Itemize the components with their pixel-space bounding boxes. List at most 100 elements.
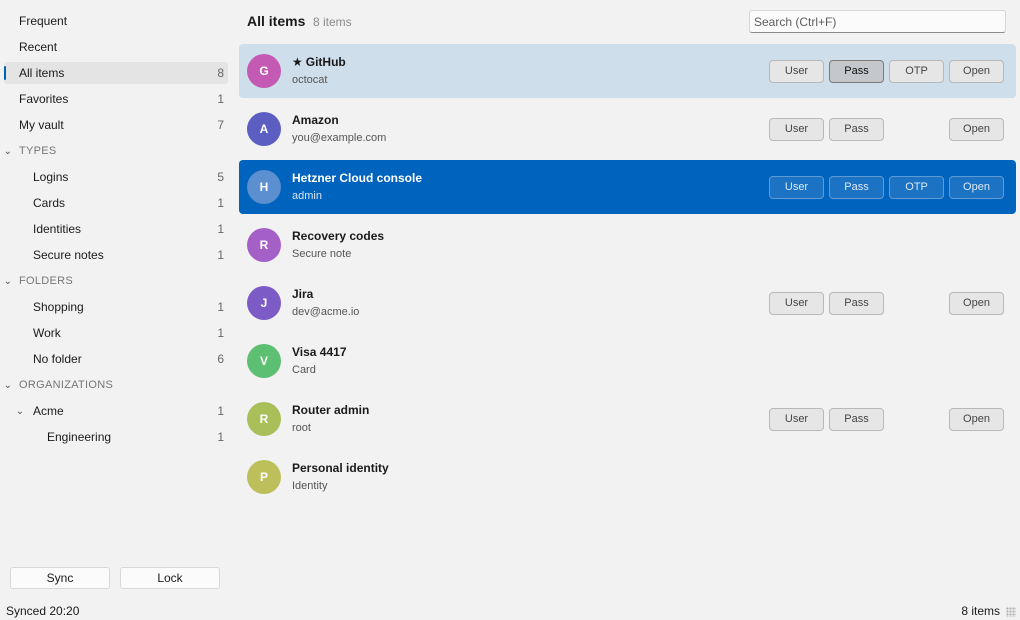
- nav-label: No folder: [33, 352, 82, 366]
- nav-label: Acme: [33, 404, 64, 418]
- item-name: Personal identity: [292, 461, 389, 475]
- nav-collection-engineering[interactable]: Engineering 1: [4, 426, 228, 448]
- nav-favorites[interactable]: Favorites 1: [4, 88, 228, 110]
- avatar: G: [247, 54, 281, 88]
- nav-count: 1: [217, 92, 224, 106]
- status-sync-time: Synced 20:20: [6, 604, 80, 618]
- copy-pass-button[interactable]: Pass: [829, 292, 884, 315]
- item-list-pane: All items 8 items G ★GitHub octocat User…: [232, 0, 1020, 598]
- chevron-down-icon: ⌄: [3, 379, 13, 391]
- item-name-text: GitHub: [305, 55, 346, 69]
- item-name: ★ GitHub: [292, 55, 346, 69]
- nav-count: 1: [217, 404, 224, 418]
- open-button[interactable]: Open: [949, 60, 1004, 83]
- nav-frequent[interactable]: Frequent: [4, 10, 228, 32]
- nav-recent[interactable]: Recent: [4, 36, 228, 58]
- copy-user-button[interactable]: User: [769, 60, 824, 83]
- item-subtitle: Identity: [292, 480, 328, 492]
- list-item[interactable]: P Personal identity Identity: [239, 450, 1016, 504]
- nav-logins[interactable]: Logins 5: [4, 166, 228, 188]
- nav-my-vault[interactable]: My vault 7: [4, 114, 228, 136]
- copy-pass-button[interactable]: Pass: [829, 408, 884, 431]
- item-count: 8 items: [313, 15, 352, 29]
- list-item[interactable]: R Recovery codes Secure note: [239, 218, 1016, 272]
- avatar: R: [247, 228, 281, 262]
- copy-pass-button[interactable]: Pass: [829, 176, 884, 199]
- section-folders[interactable]: ⌄ FOLDERS: [0, 270, 228, 292]
- avatar: R: [247, 402, 281, 436]
- section-header: FOLDERS: [19, 275, 74, 287]
- open-button[interactable]: Open: [949, 292, 1004, 315]
- item-subtitle: Card: [292, 364, 316, 376]
- nav-label: Secure notes: [33, 248, 104, 262]
- open-button[interactable]: Open: [949, 176, 1004, 199]
- avatar: P: [247, 460, 281, 494]
- chevron-down-icon: ⌄: [3, 145, 13, 157]
- item-name: Visa 4417: [292, 345, 347, 359]
- copy-otp-button[interactable]: OTP: [889, 60, 944, 83]
- avatar: A: [247, 112, 281, 146]
- nav-org-acme[interactable]: ⌄ Acme 1: [4, 400, 228, 422]
- avatar: V: [247, 344, 281, 378]
- nav-label: Work: [33, 326, 61, 340]
- open-button[interactable]: Open: [949, 118, 1004, 141]
- copy-user-button[interactable]: User: [769, 292, 824, 315]
- nav-label: Logins: [33, 170, 69, 184]
- resize-grip-icon[interactable]: [1006, 607, 1016, 617]
- nav-all-items[interactable]: All items 8: [4, 62, 228, 84]
- list-item[interactable]: V Visa 4417 Card: [239, 334, 1016, 388]
- lock-button[interactable]: Lock: [120, 567, 220, 589]
- copy-pass-button[interactable]: Pass: [829, 118, 884, 141]
- search-input[interactable]: [749, 10, 1006, 33]
- chevron-down-icon[interactable]: ⌄: [14, 406, 26, 417]
- section-header: TYPES: [19, 145, 57, 157]
- item-subtitle: Secure note: [292, 248, 352, 260]
- copy-user-button[interactable]: User: [769, 118, 824, 141]
- nav-folder-work[interactable]: Work 1: [4, 322, 228, 344]
- item-subtitle: dev@acme.io: [292, 306, 360, 318]
- list-item[interactable]: A Amazon you@example.com User Pass Open: [239, 102, 1016, 156]
- avatar: H: [247, 170, 281, 204]
- nav-count: 1: [217, 196, 224, 210]
- list-item[interactable]: R Router admin root User Pass Open: [239, 392, 1016, 446]
- nav-cards[interactable]: Cards 1: [4, 192, 228, 214]
- nav-label: Identities: [33, 222, 82, 236]
- nav-label: Favorites: [19, 92, 69, 106]
- list-item[interactable]: G ★ GitHub octocat User Pass OTP Open: [239, 44, 1016, 98]
- nav-folder-none[interactable]: No folder 6: [4, 348, 228, 370]
- avatar: J: [247, 286, 281, 320]
- item-name: Hetzner Cloud console: [292, 171, 423, 185]
- list-item[interactable]: H Hetzner Cloud console admin User Pass …: [239, 160, 1016, 214]
- item-name: Recovery codes: [292, 229, 385, 243]
- nav-label: My vault: [19, 118, 64, 132]
- section-header: ORGANIZATIONS: [19, 379, 114, 391]
- chevron-down-icon: ⌄: [3, 275, 13, 287]
- section-organizations[interactable]: ⌄ ORGANIZATIONS: [0, 374, 228, 396]
- sidebar: Frequent Recent All items 8 Favorites 1 …: [0, 0, 232, 598]
- open-button[interactable]: Open: [949, 408, 1004, 431]
- copy-user-button[interactable]: User: [769, 176, 824, 199]
- nav-label: Shopping: [33, 300, 84, 314]
- nav-label: All items: [19, 66, 65, 80]
- item-name: Router admin: [292, 403, 370, 417]
- nav-count: 7: [217, 118, 224, 132]
- star-icon: ★: [292, 55, 303, 69]
- item-subtitle: admin: [292, 190, 322, 202]
- nav-label: Cards: [33, 196, 66, 210]
- nav-folder-shopping[interactable]: Shopping 1: [4, 296, 228, 318]
- nav-count: 1: [217, 248, 224, 262]
- item-name: Amazon: [292, 113, 339, 127]
- nav-secure-notes[interactable]: Secure notes 1: [4, 244, 228, 266]
- nav-identities[interactable]: Identities 1: [4, 218, 228, 240]
- nav-count: 1: [217, 300, 224, 314]
- list-item[interactable]: J Jira dev@acme.io User Pass Open: [239, 276, 1016, 330]
- item-subtitle: you@example.com: [292, 132, 387, 144]
- page-title: All items: [247, 13, 306, 29]
- section-types[interactable]: ⌄ TYPES: [0, 140, 228, 162]
- copy-user-button[interactable]: User: [769, 408, 824, 431]
- copy-otp-button[interactable]: OTP: [889, 176, 944, 199]
- nav-count: 8: [217, 66, 224, 80]
- copy-pass-button[interactable]: Pass: [829, 60, 884, 83]
- sync-button[interactable]: Sync: [10, 567, 110, 589]
- status-item-count: 8 items: [961, 604, 1000, 618]
